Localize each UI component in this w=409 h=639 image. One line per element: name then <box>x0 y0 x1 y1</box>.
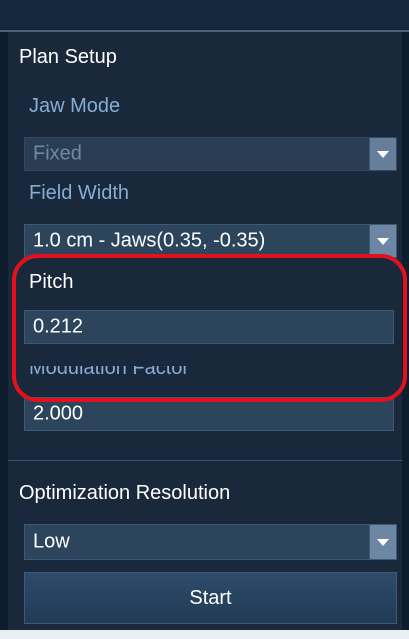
jaw-mode-label: Jaw Mode <box>29 95 121 117</box>
optimization-resolution-title: Optimization Resolution <box>19 482 231 504</box>
jaw-mode-value: Fixed <box>33 142 82 165</box>
plan-setup-title: Plan Setup <box>19 46 117 68</box>
jaw-mode-select[interactable]: Fixed <box>24 137 397 171</box>
optimization-resolution-select[interactable]: Low <box>24 524 397 560</box>
bottom-strip <box>0 630 409 639</box>
chevron-down-icon[interactable] <box>369 525 396 559</box>
modulation-factor-input[interactable]: 2.000 <box>24 397 394 431</box>
top-bar <box>0 0 409 32</box>
pitch-highlight-box <box>12 254 407 402</box>
field-width-select[interactable]: 1.0 cm - Jaws(0.35, -0.35) <box>24 224 397 258</box>
start-button[interactable]: Start <box>24 572 397 624</box>
section-divider <box>8 460 402 461</box>
chevron-down-icon[interactable] <box>369 225 396 257</box>
field-width-value: 1.0 cm - Jaws(0.35, -0.35) <box>33 229 266 252</box>
chevron-down-icon[interactable] <box>369 138 396 170</box>
optimization-resolution-value: Low <box>33 530 70 553</box>
field-width-label: Field Width <box>29 182 130 204</box>
modulation-factor-value: 2.000 <box>33 402 84 425</box>
